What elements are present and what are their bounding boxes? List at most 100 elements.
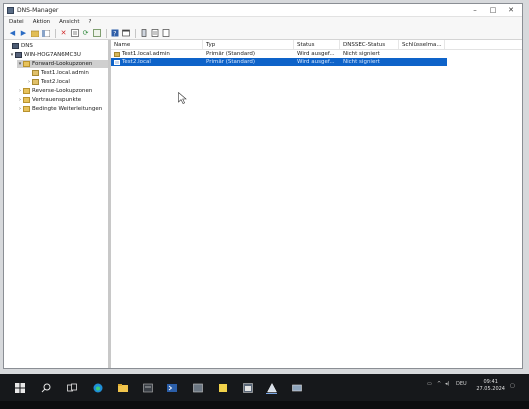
cell-name: Test1.local.admin [111,51,203,57]
tree-label: Test1.local.admin [41,70,89,76]
tree-node-trust-points[interactable]: › Vertrauenspunkte [17,96,81,104]
cell-type: Primär (Standard) [206,51,256,57]
toolbar-separator [55,28,56,38]
close-button[interactable]: ✕ [502,4,520,16]
menu-help[interactable]: ? [88,19,91,25]
back-arrow-icon[interactable]: ◀ [8,29,17,38]
console-icon[interactable] [121,29,130,38]
server-icon [15,52,22,58]
help-icon[interactable]: ? [110,29,119,38]
tree-node-dns[interactable]: DNS [6,42,33,50]
title-bar: DNS-Manager – □ ✕ [4,4,522,17]
folder-icon [23,88,30,94]
zone-icon [32,70,39,76]
refresh-icon[interactable]: ⟳ [81,29,90,38]
folder-icon [23,97,30,103]
toolbar-separator [135,28,136,38]
server-list-icon[interactable] [139,29,148,38]
zone-icon [32,79,39,85]
column-header-status[interactable]: Status [294,40,340,49]
tree-label: WIN-HOG7AN6MC3U [24,52,81,58]
monitor-screen: DNS-Manager – □ ✕ Datei Aktion Ansicht ?… [0,0,529,409]
cell-name: Test2.local [111,59,203,65]
dns-root-icon [12,43,19,49]
forward-arrow-icon[interactable]: ▶ [19,29,28,38]
cell-dnssec: Nicht signiert [343,59,380,65]
notification-icon[interactable]: ▢ [510,383,515,389]
tree-node-server[interactable]: ▾ WIN-HOG7AN6MC3U [9,51,81,59]
network-tool-icon[interactable] [291,382,302,393]
cell-text: Test2.local [122,59,151,65]
dns-manager-window: DNS-Manager – □ ✕ Datei Aktion Ansicht ?… [3,3,523,369]
folder-icon [23,61,30,67]
cell-status: Wird ausgef... [297,51,335,57]
menu-action[interactable]: Aktion [33,19,50,25]
edge-browser-icon[interactable] [92,382,103,393]
minimize-button[interactable]: – [466,4,484,16]
menu-view[interactable]: Ansicht [59,19,79,25]
dns-app-icon [7,6,14,14]
volume-tray-icon[interactable]: ◂) [445,381,449,387]
column-header-dnssec[interactable]: DNSSEC-Status [340,40,399,49]
column-header-name[interactable]: Name [111,40,203,49]
tree-node-zone-test1[interactable]: Test1.local.admin [26,69,89,77]
tree-label: Bedingte Weiterleitungen [32,106,103,112]
chevron-up-icon[interactable]: ^ [437,381,441,387]
file-explorer-icon[interactable] [117,382,128,393]
toolbar: ◀ ▶ ✕ ⟳ ? [4,27,522,40]
table-row[interactable]: Test1.local.admin Primär (Standard) Wird… [111,50,447,58]
toolbar-separator [106,28,107,38]
cell-text: Test1.local.admin [122,51,170,57]
export-list-icon[interactable] [92,29,101,38]
powershell-icon[interactable] [166,382,177,393]
menu-file[interactable]: Datei [9,19,24,25]
mouse-cursor-icon [178,92,187,104]
tree-label: Reverse-Lookupzonen [32,88,93,94]
console-tree[interactable]: DNS ▾ WIN-HOG7AN6MC3U ▾ Forward-Lookupzo… [4,40,111,368]
windows-start-icon[interactable] [14,382,25,393]
clock-time: 09:41 [483,379,498,385]
tree-label: DNS [21,43,33,49]
window-controls: – □ ✕ [466,4,520,16]
search-icon[interactable] [40,382,51,393]
records-icon[interactable] [150,29,159,38]
column-header-type[interactable]: Typ [203,40,294,49]
admin-tools-icon[interactable] [192,382,203,393]
window-title: DNS-Manager [17,6,59,14]
network-tray-icon[interactable]: ▭ [427,381,432,387]
list-header: Name Typ Status DNSSEC-Status Schlüsselm… [111,40,522,50]
clock[interactable]: 09:41 27.05.2024 [476,379,505,393]
tree-label: Test2.local [41,79,70,85]
clock-date: 27.05.2024 [476,386,505,392]
sticky-notes-icon[interactable] [217,382,228,393]
tree-node-zone-test2[interactable]: › Test2.local [26,78,70,86]
dns-manager-taskbar-icon[interactable] [266,382,277,394]
folder-icon [23,106,30,112]
server-manager-icon[interactable] [142,382,153,393]
column-header-key-master[interactable]: Schlüsselma... [399,40,445,49]
tree-node-reverse-lookup[interactable]: › Reverse-Lookupzonen [17,87,92,95]
cell-type: Primär (Standard) [206,59,256,65]
taskbar: ▭ ^ ◂) DEU 09:41 27.05.2024 ▢ [0,374,529,401]
table-row-selected[interactable]: Test2.local Primär (Standard) Wird ausge… [111,58,447,66]
svg-text:?: ? [113,31,116,38]
document-icon[interactable] [161,29,170,38]
zone-list-view[interactable]: Name Typ Status DNSSEC-Status Schlüsselm… [111,40,522,368]
show-tree-icon[interactable] [41,29,50,38]
tree-label: Forward-Lookupzonen [32,61,93,67]
language-indicator[interactable]: DEU [456,381,467,387]
delete-icon[interactable]: ✕ [59,29,68,38]
properties-icon[interactable] [70,29,79,38]
up-folder-icon[interactable] [30,29,39,38]
task-view-icon[interactable] [66,382,77,393]
tree-node-forward-lookup[interactable]: ▾ Forward-Lookupzonen [17,60,108,68]
maximize-button[interactable]: □ [484,4,502,16]
zone-icon [114,51,120,57]
tree-node-conditional-forwarders[interactable]: › Bedingte Weiterleitungen [17,105,102,113]
content-panes: DNS ▾ WIN-HOG7AN6MC3U ▾ Forward-Lookupzo… [4,40,522,368]
mmc-console-icon[interactable] [242,382,253,393]
cell-status: Wird ausgef... [297,59,335,65]
monitor-bezel [0,401,529,409]
zone-icon [114,59,120,65]
tree-label: Vertrauenspunkte [32,97,82,103]
